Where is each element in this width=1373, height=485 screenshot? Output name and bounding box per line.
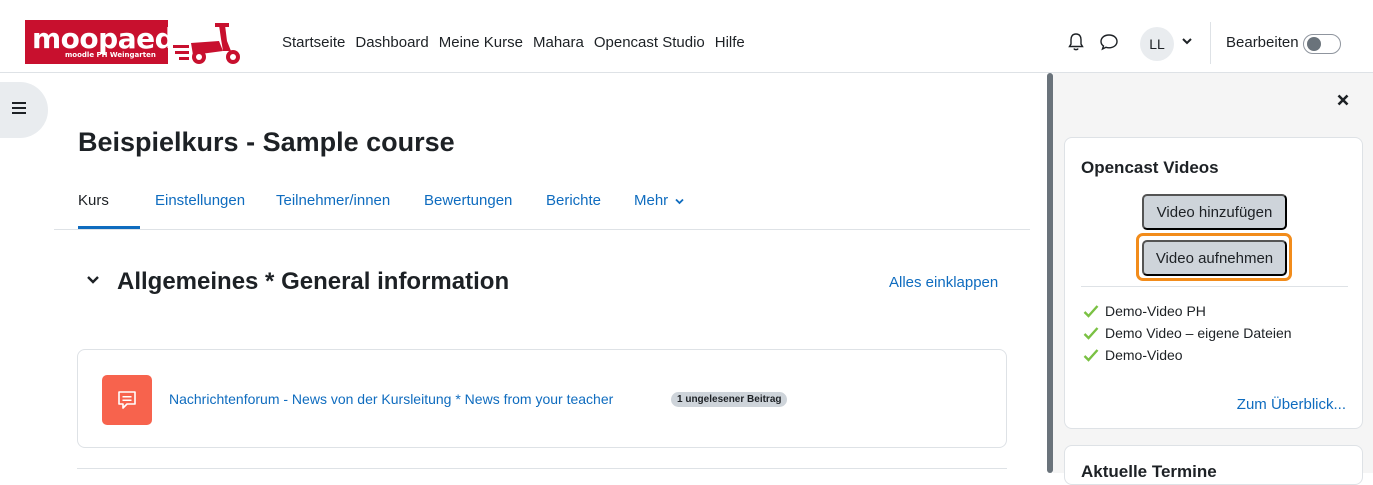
list-icon [12,102,26,114]
checkmark-icon [1083,305,1099,318]
next-activity-card-edge [77,468,1007,469]
nav-item-hilfe[interactable]: Hilfe [715,34,745,51]
collapse-all-link[interactable]: Alles einklappen [889,274,998,291]
top-navbar: moopaed moodle PH Weingarten Startseite … [0,0,1373,73]
list-item: Demo-Video [1083,344,1292,366]
overview-link[interactable]: Zum Überblick... [1237,396,1346,413]
nav-item-dashboard[interactable]: Dashboard [355,34,428,51]
tab-mehr-label: Mehr [634,192,669,209]
chevron-down-icon[interactable] [1182,37,1192,45]
navbar-divider [1210,22,1211,64]
edit-mode-label: Bearbeiten [1226,34,1299,51]
forum-activity-link[interactable]: Nachrichtenforum - News von der Kursleit… [169,391,613,407]
block-title: Aktuelle Termine [1081,462,1217,481]
video-title: Demo-Video PH [1105,303,1206,319]
toggle-knob [1307,37,1321,51]
forum-icon [118,391,136,409]
list-item: Demo-Video PH [1083,300,1292,322]
site-logo[interactable]: moopaed moodle PH Weingarten [25,20,245,66]
video-title: Demo-Video [1105,347,1183,363]
tab-berichte[interactable]: Berichte [546,192,601,209]
course-index-toggle-button[interactable] [0,82,48,138]
record-video-button[interactable]: Video aufnehmen [1142,240,1287,276]
tab-kurs[interactable]: Kurs [78,192,109,209]
tab-mehr[interactable]: Mehr [634,192,684,209]
tab-teilnehmer[interactable]: Teilnehmer/innen [276,192,390,209]
add-video-button[interactable]: Video hinzufügen [1142,194,1287,230]
notifications-bell-icon[interactable] [1068,32,1084,52]
forum-activity-icon [102,375,152,425]
tab-einstellungen[interactable]: Einstellungen [155,192,245,209]
nav-item-startseite[interactable]: Startseite [282,34,345,51]
checkmark-icon [1083,349,1099,362]
unread-posts-badge: 1 ungelesener Beitrag [671,392,788,407]
nav-item-opencast-studio[interactable]: Opencast Studio [594,34,705,51]
activity-card-forum: Nachrichtenforum - News von der Kursleit… [77,349,1007,448]
block-divider [1081,286,1348,287]
section-collapse-chevron-icon[interactable] [86,275,100,285]
checkmark-icon [1083,327,1099,340]
logo-subtitle: moodle PH Weingarten [65,51,156,59]
chevron-down-icon [675,198,684,204]
course-secondary-navigation: Kurs Einstellungen Teilnehmer/innen Bewe… [54,178,1030,230]
opencast-videos-block: Opencast Videos Video hinzufügen Video a… [1064,137,1363,429]
list-item: Demo Video – eigene Dateien [1083,322,1292,344]
scooter-icon [173,23,240,64]
section-title: Allgemeines * General information [117,268,510,295]
video-list: Demo-Video PH Demo Video – eigene Dateie… [1083,300,1292,366]
user-avatar[interactable]: LL [1140,27,1174,61]
page-title: Beispielkurs - Sample course [78,127,455,157]
nav-item-mahara[interactable]: Mahara [533,34,584,51]
primary-navigation: Startseite Dashboard Meine Kurse Mahara … [282,34,755,51]
nav-item-meine-kurse[interactable]: Meine Kurse [439,34,523,51]
upcoming-events-block: Aktuelle Termine [1064,445,1363,485]
video-title: Demo Video – eigene Dateien [1105,325,1292,341]
block-title: Opencast Videos [1081,158,1219,177]
logo-box: moopaed moodle PH Weingarten [25,20,175,64]
messages-chat-icon[interactable] [1099,33,1119,51]
close-icon[interactable] [1337,94,1349,106]
tab-bewertungen[interactable]: Bewertungen [424,192,512,209]
edit-mode-toggle[interactable] [1303,34,1341,54]
active-tab-indicator [78,226,140,229]
